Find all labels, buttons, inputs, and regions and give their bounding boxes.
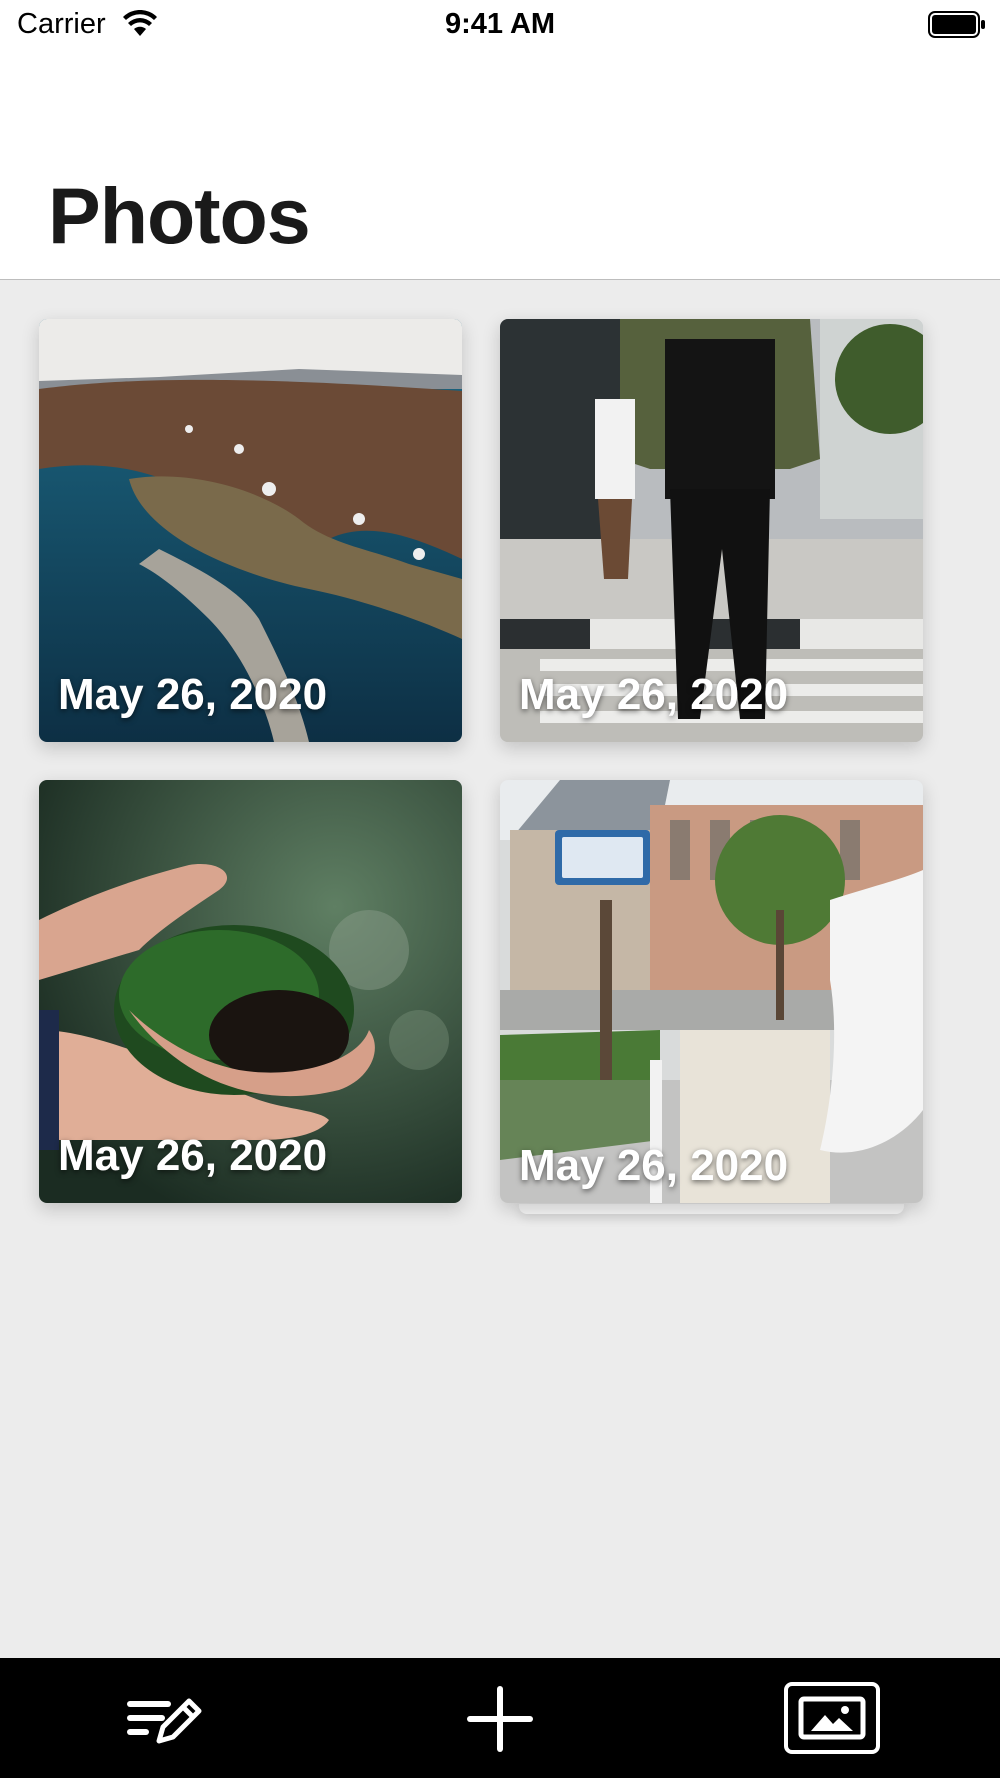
battery-icon <box>928 11 985 38</box>
page-title: Photos <box>48 171 311 260</box>
navigation-header: Photos <box>0 52 1000 280</box>
photo-date: May 26, 2020 <box>58 670 328 719</box>
photos-tab-button[interactable] <box>784 1682 880 1754</box>
photo-date: May 26, 2020 <box>58 1131 328 1180</box>
add-button[interactable] <box>450 1680 550 1758</box>
status-time: 9:41 AM <box>444 8 556 40</box>
status-bar: Carrier 9:41 AM <box>0 0 1000 52</box>
photo-card[interactable]: May 26, 2020 <box>500 780 923 1203</box>
photo-card[interactable]: May 26, 2020 <box>39 319 462 742</box>
compose-tab-button[interactable] <box>115 1680 215 1758</box>
tab-bar <box>0 1658 1000 1778</box>
card-shadow-underlay <box>519 1204 904 1214</box>
photo-date: May 26, 2020 <box>519 670 789 719</box>
photo-card[interactable]: May 26, 2020 <box>39 780 462 1203</box>
photo-thumbnail <box>500 780 923 1203</box>
compose-list-icon <box>127 1698 202 1744</box>
photo-card[interactable]: May 26, 2020 <box>500 319 923 742</box>
photo-icon <box>798 1696 866 1740</box>
plus-icon <box>467 1686 533 1752</box>
photo-date: May 26, 2020 <box>519 1141 789 1190</box>
